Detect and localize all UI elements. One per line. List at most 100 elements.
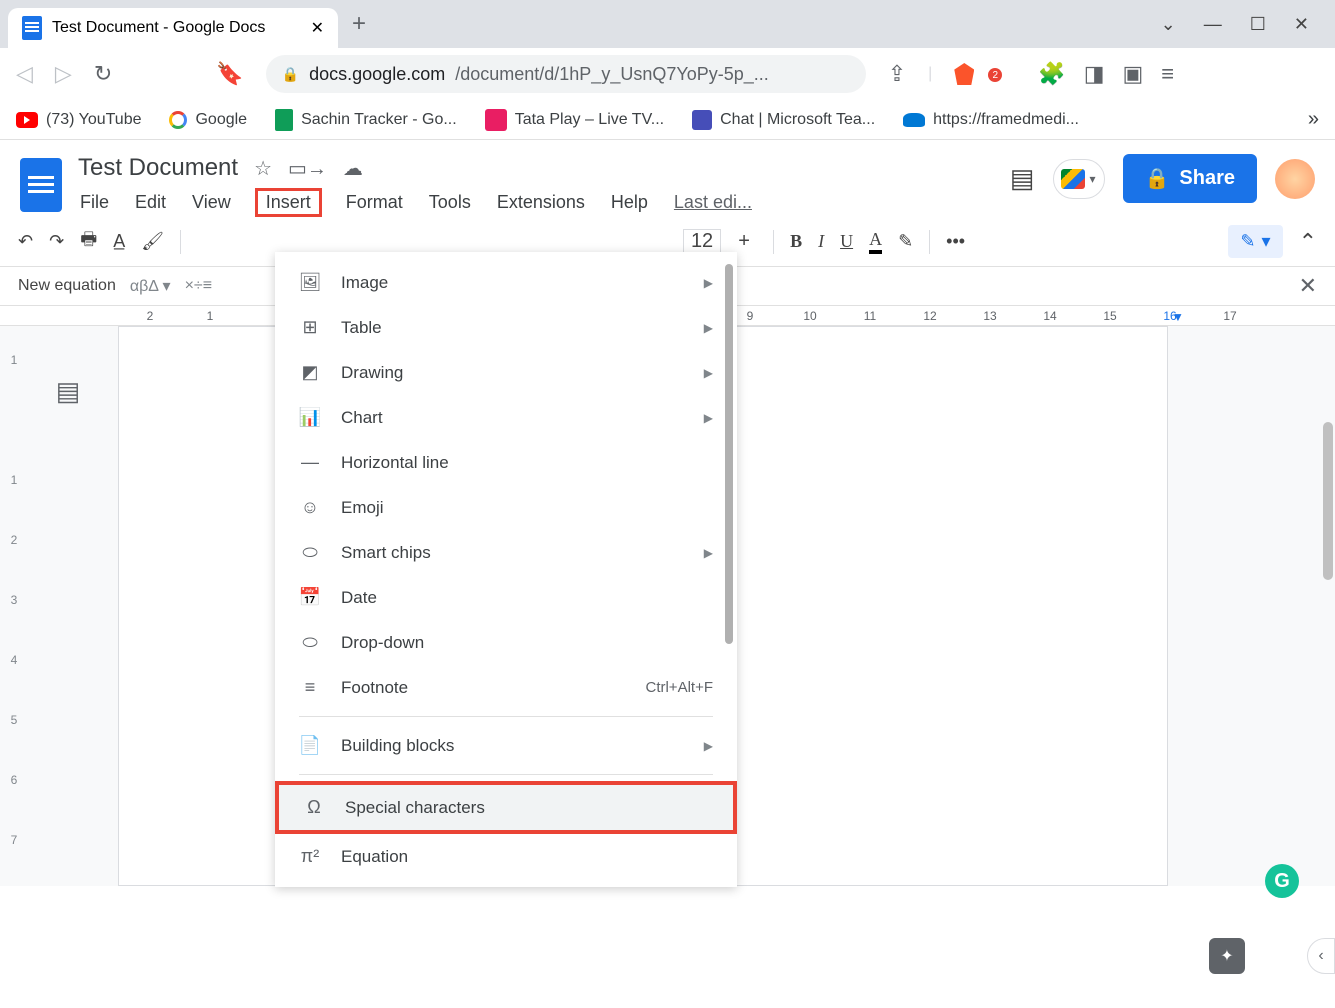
menu-item-equation[interactable]: π²Equation — [275, 834, 737, 879]
brave-icon[interactable] — [954, 63, 974, 85]
menu-insert[interactable]: Insert — [255, 188, 322, 217]
extensions-icon[interactable]: 🧩 — [1038, 61, 1065, 87]
menu-item-date[interactable]: 📅Date — [275, 575, 737, 620]
menu-item-chart[interactable]: 📊Chart▶ — [275, 395, 737, 440]
font-size-value[interactable]: 12 — [683, 229, 721, 255]
redo-icon[interactable]: ↷ — [49, 231, 64, 252]
more-icon[interactable]: ••• — [946, 231, 965, 252]
submenu-arrow-icon: ▶ — [704, 276, 713, 290]
new-equation-button[interactable]: New equation — [18, 277, 116, 295]
wallet-icon[interactable]: ▣ — [1122, 61, 1143, 87]
side-panel-toggle[interactable]: ‹ — [1307, 938, 1335, 974]
drawing-icon: ◩ — [299, 362, 321, 383]
vertical-ruler[interactable]: 1 1 2 3 4 5 6 7 — [0, 326, 28, 886]
collapse-icon[interactable]: ⌃ — [1299, 229, 1317, 255]
menu-item-hrule[interactable]: —Horizontal line — [275, 440, 737, 485]
star-icon[interactable]: ☆ — [254, 156, 272, 181]
italic-icon[interactable]: I — [818, 231, 824, 252]
close-tab-icon[interactable]: ✕ — [311, 18, 324, 38]
meet-button[interactable]: ▾ — [1053, 159, 1105, 199]
panel-icon[interactable]: ◨ — [1084, 61, 1105, 87]
page-scrollbar[interactable] — [1323, 422, 1333, 580]
browser-tab[interactable]: Test Document - Google Docs ✕ — [8, 8, 338, 48]
bookmark-framedmedi[interactable]: https://framedmedi... — [903, 111, 1079, 129]
comments-icon[interactable]: ▤ — [1010, 163, 1035, 194]
spellcheck-icon[interactable]: A̲ — [113, 231, 125, 252]
docs-logo-icon[interactable] — [20, 158, 62, 212]
bookmarks-overflow-icon[interactable]: » — [1308, 108, 1319, 131]
youtube-icon — [16, 112, 38, 128]
tata-icon — [485, 109, 507, 131]
bookmark-google[interactable]: Google — [169, 111, 247, 129]
submenu-arrow-icon: ▶ — [704, 366, 713, 380]
tabs-chevron-icon[interactable]: ⌄ — [1161, 14, 1176, 35]
menu-extensions[interactable]: Extensions — [495, 188, 587, 217]
menu-item-building-blocks[interactable]: 📄Building blocks▶ — [275, 723, 737, 768]
close-equation-icon[interactable]: ✕ — [1299, 273, 1317, 299]
menu-tools[interactable]: Tools — [427, 188, 473, 217]
bookmark-sachin[interactable]: Sachin Tracker - Go... — [275, 109, 457, 131]
text-color-icon[interactable]: A — [869, 229, 882, 254]
close-window-icon[interactable]: ✕ — [1294, 14, 1309, 35]
bookmark-teams[interactable]: Chat | Microsoft Tea... — [692, 110, 875, 130]
submenu-arrow-icon: ▶ — [704, 546, 713, 560]
outline-icon[interactable]: ▤ — [56, 376, 81, 886]
minimize-icon[interactable]: — — [1204, 14, 1222, 35]
menu-format[interactable]: Format — [344, 188, 405, 217]
omega-icon: Ω — [303, 797, 325, 818]
bookmarks-bar: (73) YouTube Google Sachin Tracker - Go.… — [0, 100, 1335, 140]
maximize-icon[interactable]: ☐ — [1250, 14, 1266, 35]
bookmark-tata[interactable]: Tata Play – Live TV... — [485, 109, 664, 131]
menu-icon[interactable]: ≡ — [1161, 61, 1174, 87]
dropdown-icon: ⬭ — [299, 632, 321, 653]
highlight-icon[interactable]: ✎ — [898, 231, 913, 252]
menu-item-emoji[interactable]: ☺Emoji — [275, 485, 737, 530]
menu-file[interactable]: File — [78, 188, 111, 217]
menu-edit[interactable]: Edit — [133, 188, 168, 217]
undo-icon[interactable]: ↶ — [18, 231, 33, 252]
editing-mode[interactable]: ✎ ▾ — [1228, 225, 1282, 258]
menu-help[interactable]: Help — [609, 188, 650, 217]
footnote-icon: ≡ — [299, 677, 321, 698]
share-button[interactable]: 🔒Share — [1123, 154, 1258, 203]
pi-icon: π² — [299, 846, 321, 867]
bold-icon[interactable]: B — [790, 231, 802, 252]
bookmark-youtube[interactable]: (73) YouTube — [16, 111, 141, 129]
last-edit[interactable]: Last edi... — [672, 188, 754, 217]
ops-dropdown[interactable]: ×÷≡ — [185, 277, 212, 295]
underline-icon[interactable]: U — [840, 231, 853, 252]
menu-item-table[interactable]: ⊞Table▶ — [275, 305, 737, 350]
back-icon[interactable]: ◁ — [16, 61, 33, 87]
print-icon[interactable]: 🖶 — [80, 227, 97, 257]
cloud-icon[interactable]: ☁ — [343, 156, 363, 181]
avatar[interactable] — [1275, 159, 1315, 199]
url-domain: docs.google.com — [309, 64, 445, 85]
menu-item-special-characters[interactable]: ΩSpecial characters — [275, 781, 737, 834]
paint-format-icon[interactable]: 🖌 — [141, 231, 164, 252]
menu-divider — [299, 774, 713, 775]
greek-dropdown[interactable]: αβΔ ▾ — [130, 276, 171, 296]
docs-header: Test Document ☆ ▭→ ☁ File Edit View Inse… — [0, 140, 1335, 217]
url-bar[interactable]: 🔒 docs.google.com /document/d/1hP_y_UsnQ… — [266, 55, 866, 93]
forward-icon[interactable]: ▷ — [55, 61, 72, 87]
doc-title[interactable]: Test Document — [78, 154, 238, 182]
grammarly-icon[interactable]: G — [1265, 864, 1299, 898]
menu-item-image[interactable]: 🖼Image▶ — [275, 260, 737, 305]
reload-icon[interactable]: ↻ — [94, 61, 112, 87]
share-url-icon[interactable]: ⇪ — [888, 61, 906, 87]
menu-item-drawing[interactable]: ◩Drawing▶ — [275, 350, 737, 395]
menu-view[interactable]: View — [190, 188, 233, 217]
onedrive-icon — [903, 113, 925, 127]
blocks-icon: 📄 — [299, 735, 321, 756]
right-indent-marker-icon[interactable]: ▼ — [1148, 310, 1208, 324]
move-icon[interactable]: ▭→ — [288, 156, 327, 181]
new-tab-button[interactable]: + — [352, 10, 366, 38]
menu-item-smart-chips[interactable]: ⬭Smart chips▶ — [275, 530, 737, 575]
menu-item-footnote[interactable]: ≡FootnoteCtrl+Alt+F — [275, 665, 737, 710]
font-size-plus[interactable]: + — [731, 229, 757, 255]
bookmark-icon[interactable]: 🔖 — [216, 61, 243, 87]
menu-item-dropdown[interactable]: ⬭Drop-down — [275, 620, 737, 665]
docs-favicon-icon — [22, 16, 42, 40]
google-icon — [169, 111, 187, 129]
explore-button[interactable]: ✦ — [1209, 938, 1245, 974]
